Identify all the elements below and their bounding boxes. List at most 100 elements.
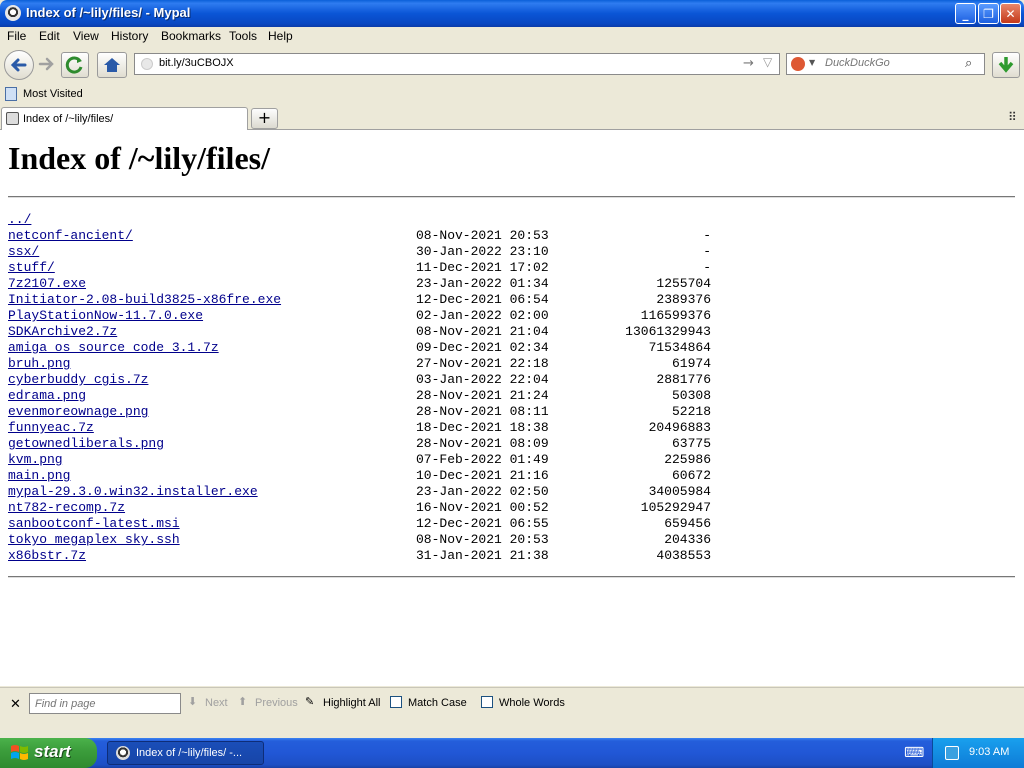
file-link[interactable]: nt782-recomp.7z xyxy=(8,500,125,515)
file-date: 28-Nov-2021 08:09 xyxy=(416,436,549,451)
window-titlebar[interactable]: Index of /~lily/files/ - Mypal _ ❐ ✕ xyxy=(0,0,1024,27)
url-dropdown-icon[interactable]: ▽ xyxy=(763,55,772,69)
menu-view[interactable]: View xyxy=(73,29,99,43)
menu-bookmarks[interactable]: Bookmarks xyxy=(161,29,221,43)
file-link[interactable]: stuff/ xyxy=(8,260,55,275)
maximize-button[interactable]: ❐ xyxy=(978,3,999,24)
back-arrow-icon xyxy=(10,58,27,72)
tab-groups-icon[interactable]: ⠿ xyxy=(1008,110,1017,124)
file-size: 4038553 xyxy=(656,548,711,563)
file-link[interactable]: bruh.png xyxy=(8,356,70,371)
file-size: 13061329943 xyxy=(625,324,711,339)
file-size: 20496883 xyxy=(648,420,711,435)
tab-active[interactable]: Index of /~lily/files/ xyxy=(1,107,248,130)
menu-history[interactable]: History xyxy=(111,29,148,43)
find-previous-arrow-icon: ⬆ xyxy=(238,696,248,708)
navigation-toolbar: bit.ly/3uCBOJX → ▽ ▼ ⌕ xyxy=(0,46,1024,84)
forward-button[interactable] xyxy=(35,52,57,78)
whole-words-label[interactable]: Whole Words xyxy=(499,697,565,709)
file-link[interactable]: mypal-29.3.0.win32.installer.exe xyxy=(8,484,258,499)
file-link[interactable]: evenmoreownage.png xyxy=(8,404,148,419)
find-close-icon[interactable]: ✕ xyxy=(10,696,21,712)
bottom-divider xyxy=(8,576,1015,578)
file-link[interactable]: sanbootconf-latest.msi xyxy=(8,516,180,531)
file-link[interactable]: main.png xyxy=(8,468,70,483)
file-size: 34005984 xyxy=(648,484,711,499)
file-date: 28-Nov-2021 08:11 xyxy=(416,404,549,419)
minimize-button[interactable]: _ xyxy=(955,3,976,24)
find-next-arrow-icon: ⬇ xyxy=(188,696,198,708)
window-title: Index of /~lily/files/ - Mypal xyxy=(26,5,191,20)
find-previous-button[interactable]: Previous xyxy=(255,697,298,709)
menu-edit[interactable]: Edit xyxy=(39,29,60,43)
go-arrow-icon[interactable]: → xyxy=(743,56,754,71)
file-date: 10-Dec-2021 21:16 xyxy=(416,468,549,483)
system-clock[interactable]: 9:03 AM xyxy=(969,746,1009,758)
keyboard-icon[interactable]: ⌨ xyxy=(904,745,924,761)
menu-tools[interactable]: Tools xyxy=(229,29,257,43)
new-tab-button[interactable]: + xyxy=(251,108,278,129)
file-size: 71534864 xyxy=(648,340,711,355)
whole-words-checkbox[interactable] xyxy=(481,696,493,708)
file-link[interactable]: ssx/ xyxy=(8,244,39,259)
home-icon xyxy=(104,58,120,72)
search-magnifier-icon[interactable]: ⌕ xyxy=(965,56,972,71)
search-input[interactable] xyxy=(823,56,967,70)
file-date: 11-Dec-2021 17:02 xyxy=(416,260,549,275)
top-divider xyxy=(8,196,1015,198)
downloads-button[interactable] xyxy=(992,52,1020,78)
file-date: 12-Dec-2021 06:54 xyxy=(416,292,549,307)
forward-arrow-icon xyxy=(38,57,54,71)
download-arrow-icon xyxy=(998,57,1014,73)
file-link[interactable]: ../ xyxy=(8,212,31,227)
most-visited-folder-icon xyxy=(5,87,17,101)
taskbar-window-title: Index of /~lily/files/ -... xyxy=(136,747,243,759)
file-link[interactable]: SDKArchive2.7z xyxy=(8,324,117,339)
site-identity-icon[interactable] xyxy=(141,58,153,70)
file-date: 30-Jan-2022 23:10 xyxy=(416,244,549,259)
network-icon[interactable] xyxy=(945,746,959,760)
file-date: 03-Jan-2022 22:04 xyxy=(416,372,549,387)
file-link[interactable]: edrama.png xyxy=(8,388,86,403)
find-input[interactable] xyxy=(29,693,181,714)
menu-file[interactable]: File xyxy=(7,29,26,43)
file-link[interactable]: getownedliberals.png xyxy=(8,436,164,451)
file-link[interactable]: kvm.png xyxy=(8,452,63,467)
file-link[interactable]: 7z2107.exe xyxy=(8,276,86,291)
file-link[interactable]: amiga os source code 3.1.7z xyxy=(8,340,219,355)
mypal-app-icon[interactable] xyxy=(5,5,21,21)
search-box[interactable]: ▼ ⌕ xyxy=(786,53,985,75)
highlighter-icon: ✎ xyxy=(305,696,315,708)
file-size: 225986 xyxy=(664,452,711,467)
windows-logo-icon xyxy=(11,745,28,760)
file-size: 60672 xyxy=(671,468,711,483)
reload-button[interactable] xyxy=(61,52,89,78)
file-size: 61974 xyxy=(671,356,711,371)
reload-icon xyxy=(65,56,83,74)
find-next-button[interactable]: Next xyxy=(205,697,228,709)
file-link[interactable]: netconf-ancient/ xyxy=(8,228,133,243)
file-link[interactable]: PlayStationNow-11.7.0.exe xyxy=(8,308,203,323)
file-size: 1255704 xyxy=(656,276,711,291)
file-link[interactable]: Initiator-2.08-build3825-x86fre.exe xyxy=(8,292,281,307)
file-size: 50308 xyxy=(671,388,711,403)
address-bar[interactable]: bit.ly/3uCBOJX → ▽ xyxy=(134,53,780,75)
file-link[interactable]: x86bstr.7z xyxy=(8,548,86,563)
menu-help[interactable]: Help xyxy=(268,29,293,43)
file-link[interactable]: tokyo megaplex sky.ssh xyxy=(8,532,180,547)
match-case-label[interactable]: Match Case xyxy=(408,697,467,709)
highlight-all-button[interactable]: Highlight All xyxy=(323,697,380,709)
close-button[interactable]: ✕ xyxy=(1000,3,1021,24)
home-button[interactable] xyxy=(97,52,127,78)
most-visited-bookmark[interactable]: Most Visited xyxy=(23,88,83,100)
duckduckgo-icon[interactable] xyxy=(791,57,805,71)
start-label: start xyxy=(34,742,71,761)
file-link[interactable]: cyberbuddy cgis.7z xyxy=(8,372,148,387)
start-button[interactable]: start xyxy=(0,738,97,768)
file-link[interactable]: funnyeac.7z xyxy=(8,420,94,435)
taskbar-window-button[interactable]: Index of /~lily/files/ -... xyxy=(107,741,264,765)
search-engine-dropdown-icon[interactable]: ▼ xyxy=(809,58,815,67)
match-case-checkbox[interactable] xyxy=(390,696,402,708)
back-button[interactable] xyxy=(4,50,34,80)
file-date: 08-Nov-2021 21:04 xyxy=(416,324,549,339)
